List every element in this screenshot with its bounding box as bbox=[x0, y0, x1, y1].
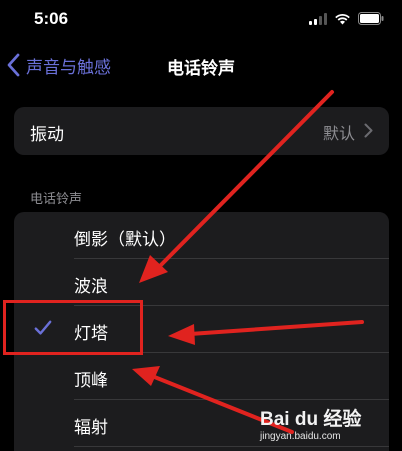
wifi-icon bbox=[335, 13, 350, 24]
annotation-highlight-box bbox=[3, 300, 143, 355]
ringtone-label: 波浪 bbox=[74, 277, 108, 297]
row-divider bbox=[74, 446, 389, 447]
ringtone-label: 倒影（默认） bbox=[74, 230, 176, 250]
status-time: 5:06 bbox=[34, 9, 69, 28]
ringtone-item-daoying[interactable]: 倒影（默认） bbox=[14, 212, 389, 259]
status-bar: 5:06 bbox=[0, 0, 402, 40]
vibration-value: 默认 bbox=[322, 124, 355, 143]
vibration-row[interactable]: 振动 默认 bbox=[14, 107, 389, 155]
ringtone-item-fushe[interactable]: 辐射 bbox=[14, 400, 389, 447]
ringtone-label: 顶峰 bbox=[74, 371, 108, 391]
cellular-signal-icon bbox=[309, 12, 327, 25]
chevron-right-icon bbox=[364, 123, 373, 138]
navigation-bar: 声音与触感 电话铃声 bbox=[0, 48, 402, 84]
ringtone-item-dingfeng[interactable]: 顶峰 bbox=[14, 353, 389, 400]
page-title: 电话铃声 bbox=[167, 59, 235, 79]
ringtone-label: 辐射 bbox=[74, 418, 108, 438]
ringtone-section-header: 电话铃声 bbox=[30, 192, 83, 207]
vibration-label: 振动 bbox=[30, 125, 64, 145]
status-icons bbox=[309, 12, 384, 25]
ringtone-item-bolang[interactable]: 波浪 bbox=[14, 259, 389, 306]
screen: 5:06 声音与触感 电话铃声 振动 默认 电话铃声 倒影（默认） 波浪 灯塔 … bbox=[0, 0, 402, 451]
battery-icon bbox=[358, 12, 384, 25]
